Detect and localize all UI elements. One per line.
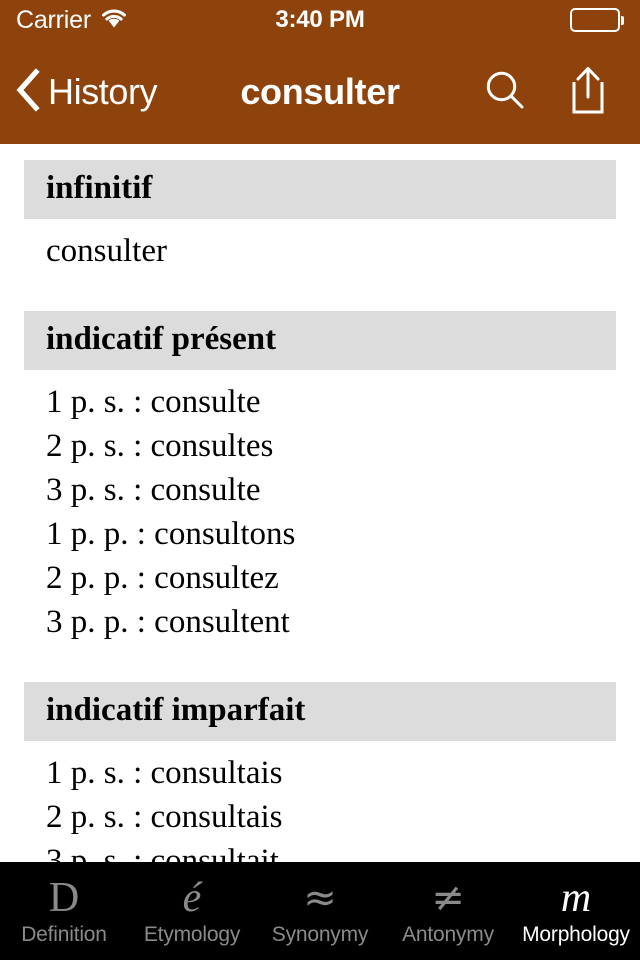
tab-label: Antonymy	[402, 923, 494, 946]
tab-synonymy[interactable]: ≈ Synonymy	[256, 862, 384, 960]
section-header: infinitif	[24, 160, 616, 219]
share-icon	[568, 65, 608, 120]
app-root: Carrier 3:40 PM History consulter infini…	[0, 0, 640, 960]
morphology-content[interactable]: infinitif consulter indicatif présent 1 …	[0, 144, 640, 862]
morphology-glyph-icon: m	[560, 875, 592, 921]
conjugation-line: 1 p. p. : consultons	[46, 516, 296, 552]
conjugation-line: consulter	[46, 233, 167, 269]
status-bar: Carrier 3:40 PM	[0, 0, 640, 40]
tab-bar: D Definition é Etymology ≈ Synonymy ≠ An…	[0, 862, 640, 960]
section-indicatif-imparfait: indicatif imparfait 1 p. s. : consultais…	[0, 682, 640, 862]
conjugation-line: 1 p. s. : consultais	[46, 755, 283, 791]
conjugation-line: 3 p. s. : consultait	[46, 843, 279, 862]
share-button[interactable]	[568, 65, 608, 120]
conjugation-line: 3 p. s. : consulte	[46, 472, 261, 508]
tab-label: Synonymy	[271, 923, 369, 946]
section-body: 1 p. s. : consultais 2 p. s. : consultai…	[24, 741, 616, 862]
chevron-left-icon	[14, 67, 40, 117]
search-button[interactable]	[484, 69, 526, 116]
section-header: indicatif imparfait	[24, 682, 616, 741]
tab-antonymy[interactable]: ≠ Antonymy	[384, 862, 512, 960]
navigation-actions	[484, 65, 640, 120]
tab-label: Morphology	[522, 923, 630, 946]
conjugation-line: 2 p. p. : consultez	[46, 560, 279, 596]
conjugation-line: 3 p. p. : consultent	[46, 604, 290, 640]
conjugation-line: 2 p. s. : consultes	[46, 428, 274, 464]
conjugation-line: 1 p. s. : consulte	[46, 384, 261, 420]
back-button-label: History	[48, 71, 158, 112]
wifi-icon	[100, 7, 128, 33]
conjugation-line: 2 p. s. : consultais	[46, 799, 283, 835]
section-infinitif: infinitif consulter	[0, 160, 640, 273]
section-body: consulter	[24, 219, 616, 273]
section-indicatif-present: indicatif présent 1 p. s. : consulte 2 p…	[0, 311, 640, 644]
antonymy-glyph-icon: ≠	[431, 875, 465, 921]
tab-definition[interactable]: D Definition	[0, 862, 128, 960]
section-header: indicatif présent	[24, 311, 616, 370]
tab-label: Etymology	[143, 923, 241, 946]
tab-morphology[interactable]: m Morphology	[512, 862, 640, 960]
synonymy-glyph-icon: ≈	[303, 875, 337, 921]
carrier-label: Carrier	[16, 5, 91, 34]
status-bar-left: Carrier	[16, 7, 128, 33]
back-button[interactable]: History	[0, 67, 158, 117]
search-icon	[484, 69, 526, 116]
battery-icon	[569, 8, 624, 32]
navigation-bar: History consulter	[0, 40, 640, 144]
tab-etymology[interactable]: é Etymology	[128, 862, 256, 960]
etymology-glyph-icon: é	[182, 875, 202, 921]
section-body: 1 p. s. : consulte 2 p. s. : consultes 3…	[24, 370, 616, 644]
tab-label: Definition	[21, 923, 107, 946]
definition-glyph-icon: D	[48, 875, 80, 921]
status-bar-right	[569, 8, 624, 32]
